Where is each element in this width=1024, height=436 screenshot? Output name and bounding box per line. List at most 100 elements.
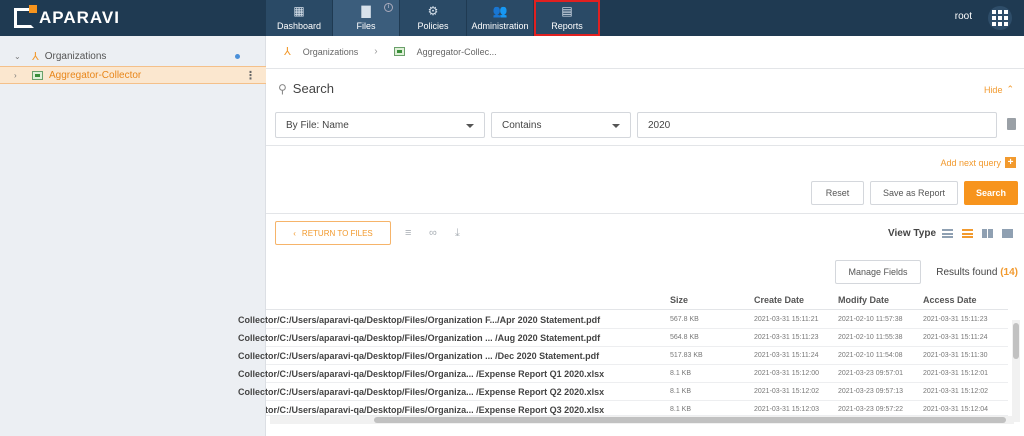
dashboard-icon: ▦ [293,4,305,18]
hide-toggle[interactable]: Hide ⌃ [984,84,1014,95]
manage-fields-button[interactable]: Manage Fields [835,260,921,284]
add-next-query-link[interactable]: Add next query + [940,157,1016,168]
link-icon[interactable]: ∞ [429,227,437,239]
tree-item-label: Organizations [44,50,107,62]
trash-icon[interactable] [1007,118,1016,130]
cell-modify-date: 2021-03-23 09:57:13 [838,388,903,395]
table-row[interactable]: Collector/C:/Users/aparavi-qa/Desktop/Fi… [238,347,1008,365]
cell-create-date: 2021-03-31 15:12:00 [754,370,819,377]
search-button[interactable]: Search [964,181,1018,205]
organization-icon: ⅄ [284,46,291,58]
tree-item-aggregator-collector[interactable]: › Aggregator-Collector ⋮ [0,66,266,84]
table-row[interactable]: Collector/C:/Users/aparavi-qa/Desktop/Fi… [238,329,1008,347]
cell-size: 567.8 KB [670,316,699,323]
tree-item-organizations[interactable]: ⌄ ⅄ Organizations [0,47,266,65]
results-found-label: Results found [936,267,998,278]
cell-size: 564.8 KB [670,334,699,341]
nav-dashboard[interactable]: ▦ Dashboard [266,0,332,36]
list-view-icon[interactable] [942,229,953,238]
operator-select-value: Contains [502,119,542,131]
cell-path: Collector/C:/Users/aparavi-qa/Desktop/Fi… [238,387,605,397]
search-title: Search [292,81,334,96]
divider [266,309,1008,310]
info-icon[interactable]: i [384,3,393,12]
collector-icon [393,47,405,56]
breadcrumb-item-collector[interactable]: Aggregator-Collec... [417,47,497,57]
kebab-menu-icon[interactable]: ⋮ [245,69,256,82]
user-name[interactable]: root [955,11,972,22]
table-row[interactable]: Collector/C:/Users/aparavi-qa/Desktop/Fi… [238,311,1008,329]
nav-files[interactable]: ▇ Files i [333,0,399,36]
nav-dashboard-label: Dashboard [276,21,322,31]
return-to-files-label: RETURN TO FILES [301,228,373,238]
cell-path: Collector/C:/Users/aparavi-qa/Desktop/Fi… [238,351,600,361]
cell-access-date: 2021-03-31 15:11:30 [923,352,988,359]
column-header-access-date[interactable]: Access Date [923,295,977,305]
column-header-size[interactable]: Size [670,295,688,305]
vertical-scroll-thumb[interactable] [1013,323,1019,359]
cell-create-date: 2021-03-31 15:12:03 [754,406,819,413]
nav-reports[interactable]: ▤ Reports [534,0,600,36]
download-icon[interactable]: ⤓ [455,227,460,240]
tile-view-icon[interactable] [1002,229,1013,238]
view-type-label: View Type [888,228,936,239]
breadcrumb-separator-icon: › [374,46,378,57]
chevron-right-icon[interactable]: › [14,71,24,80]
cell-size: 8.1 KB [670,406,692,413]
nav-reports-label: Reports [551,21,583,31]
value-input[interactable]: 2020 [637,112,997,138]
chevron-down-icon[interactable]: ⌄ [14,52,24,61]
aparavi-logo[interactable]: APARAVI [14,5,120,29]
tree-item-label: Aggregator-Collector [49,69,142,81]
detail-view-icon[interactable] [962,229,973,238]
breadcrumb-item-organizations[interactable]: Organizations [303,47,359,57]
cell-modify-date: 2021-03-23 09:57:01 [838,370,903,377]
cell-modify-date: 2021-02-10 11:54:08 [838,352,903,359]
cell-size: 8.1 KB [670,370,692,377]
hide-label: Hide [983,84,1003,95]
chevron-left-icon: ‹ [293,228,296,238]
reset-button[interactable]: Reset [811,181,864,205]
table-row[interactable]: Collector/C:/Users/aparavi-qa/Desktop/Fi… [266,401,1008,416]
column-header-create-date[interactable]: Create Date [754,295,804,305]
checklist-icon[interactable]: ≡ [405,227,411,239]
apps-grid-icon[interactable] [988,6,1012,30]
cell-access-date: 2021-03-31 15:12:01 [923,370,988,377]
cell-create-date: 2021-03-31 15:11:24 [754,352,819,359]
nav-policies[interactable]: ⚙ Policies [400,0,466,36]
nav-policies-label: Policies [417,21,449,31]
brand-name: APARAVI [39,8,120,27]
cell-modify-date: 2021-02-10 11:57:38 [838,316,903,323]
top-navbar: APARAVI ▦ Dashboard ▇ Files i ⚙ Policies… [0,0,1024,36]
return-to-files-button[interactable]: ‹ RETURN TO FILES [275,221,391,245]
horizontal-scrollbar[interactable] [270,416,1014,424]
save-as-report-button[interactable]: Save as Report [870,181,958,205]
status-dot-icon [235,53,240,59]
cell-access-date: 2021-03-31 15:11:23 [923,316,988,323]
organization-icon: ⅄ [32,50,39,63]
field-select[interactable]: By File: Name [275,112,485,138]
field-select-value: By File: Name [286,119,349,131]
cell-path: Collector/C:/Users/aparavi-qa/Desktop/Fi… [238,369,605,379]
vertical-scrollbar[interactable] [1012,320,1020,422]
gear-icon: ⚙ [427,4,439,18]
nav-administration[interactable]: 👥 Administration [467,0,533,36]
clipboard-icon: ▤ [561,4,573,18]
aparavi-logo-icon [14,5,37,28]
chevron-up-icon: ⌃ [1006,84,1014,94]
value-input-text: 2020 [648,119,671,131]
horizontal-scroll-thumb[interactable] [374,417,1006,423]
table-row[interactable]: Collector/C:/Users/aparavi-qa/Desktop/Fi… [238,365,1008,383]
search-header: ⚲ Search [278,81,334,96]
cell-access-date: 2021-03-31 15:12:02 [923,388,988,395]
divider [266,213,1024,214]
column-header-modify-date[interactable]: Modify Date [838,295,889,305]
table-row[interactable]: Collector/C:/Users/aparavi-qa/Desktop/Fi… [238,383,1008,401]
cell-create-date: 2021-03-31 15:12:02 [754,388,819,395]
grid-view-icon[interactable] [982,229,993,238]
results-found: Results found (14) [936,267,1018,278]
main-content: ⅄ Organizations › Aggregator-Collec... ⚲… [238,36,1024,436]
cell-modify-date: 2021-02-10 11:55:38 [838,334,903,341]
operator-select[interactable]: Contains [491,112,631,138]
cell-size: 8.1 KB [670,388,692,395]
